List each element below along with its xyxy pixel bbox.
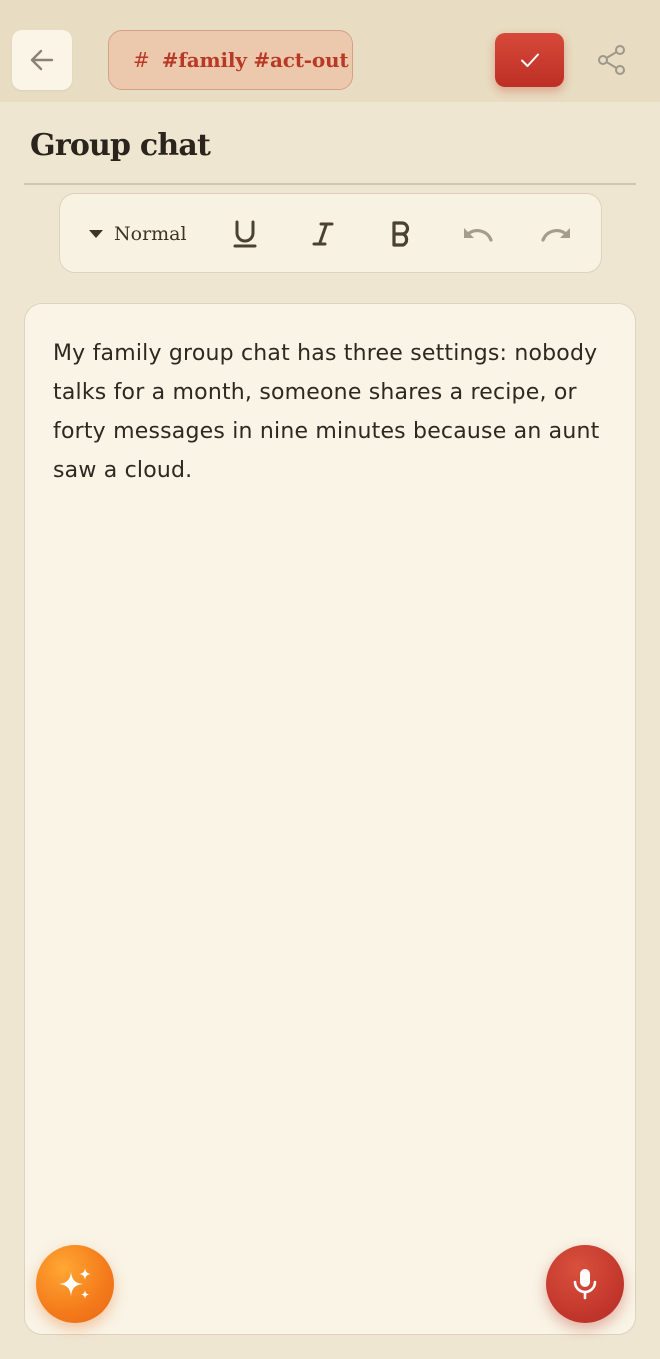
italic-button[interactable] [298, 194, 348, 274]
share-icon [598, 45, 625, 75]
formatting-toolbar: Normal [59, 193, 602, 273]
microphone-button[interactable] [546, 1245, 624, 1323]
note-editor[interactable]: My family group chat has three settings:… [24, 303, 636, 1335]
note-body[interactable]: My family group chat has three settings:… [53, 334, 613, 490]
note-title[interactable]: Group chat [30, 128, 211, 163]
tags-chip[interactable]: # #family #act-out [108, 30, 353, 90]
ai-assist-button[interactable] [36, 1245, 114, 1323]
save-button[interactable] [495, 33, 564, 87]
undo-icon [464, 228, 493, 242]
share-button[interactable] [590, 38, 634, 82]
text-style-dropdown[interactable]: Normal [88, 194, 187, 274]
text-style-label: Normal [114, 223, 187, 245]
underline-button[interactable] [220, 194, 270, 274]
caret-down-icon [89, 230, 103, 238]
back-button[interactable] [12, 30, 72, 90]
tags-label: #family #act-out [161, 48, 349, 72]
hash-icon: # [133, 48, 150, 72]
bold-button[interactable] [376, 194, 426, 274]
top-app-bar: # #family #act-out [0, 0, 660, 102]
title-divider [24, 183, 636, 185]
italic-icon [312, 222, 334, 246]
undo-button[interactable] [453, 194, 503, 274]
arrow-left-icon [30, 49, 54, 71]
redo-icon [541, 228, 570, 242]
sparkles-icon [59, 1268, 91, 1299]
checkmark-icon [520, 53, 539, 67]
bold-icon [392, 221, 410, 247]
microphone-icon [573, 1269, 597, 1300]
redo-button[interactable] [531, 194, 581, 274]
underline-icon [233, 220, 257, 248]
